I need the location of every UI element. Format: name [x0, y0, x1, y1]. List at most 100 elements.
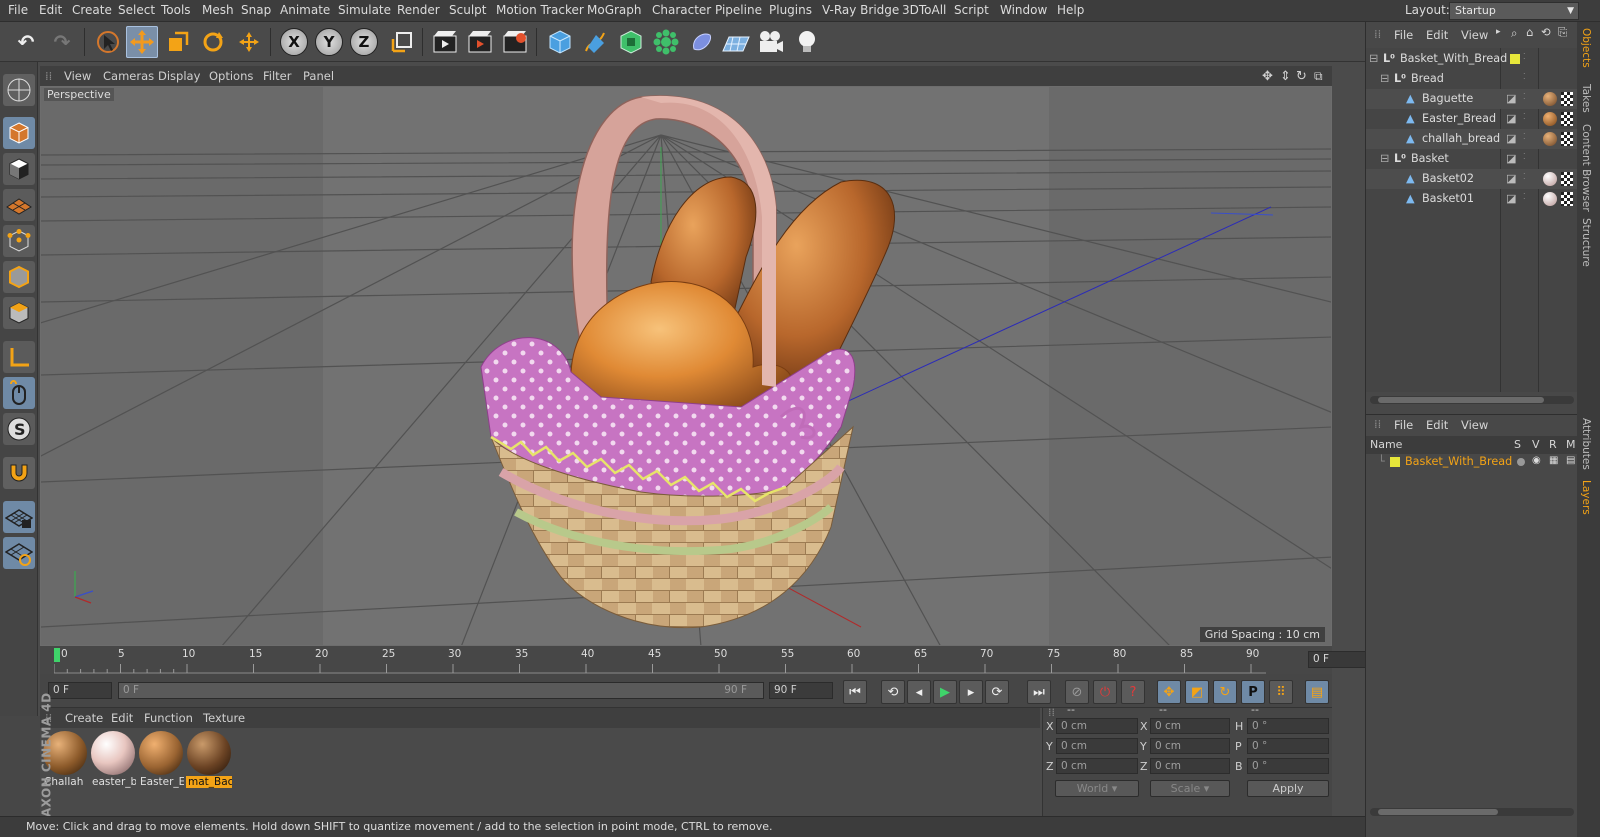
rotation-h-field[interactable]: 0 °	[1247, 718, 1329, 734]
viewport-menu-view[interactable]: View	[64, 69, 91, 83]
column-solo[interactable]: S	[1514, 438, 1521, 451]
undo-icon[interactable]: ↶	[10, 26, 42, 58]
dolly-view-icon[interactable]: ⇕	[1280, 69, 1291, 84]
object-row-bread[interactable]: ⊟ L⁰ Bread ⁚	[1366, 69, 1578, 89]
material-menu-texture[interactable]: Texture	[203, 711, 245, 725]
viewport-menu-options[interactable]: Options	[209, 69, 253, 83]
visibility-dots-icon[interactable]: ⁚	[1523, 172, 1526, 181]
current-frame-field[interactable]: 0 F	[1308, 651, 1370, 668]
tab-attributes[interactable]: Attributes	[1580, 418, 1592, 470]
column-visible[interactable]: V	[1532, 438, 1540, 451]
collapse-icon[interactable]: ⊟	[1369, 52, 1378, 65]
live-selection-icon[interactable]	[92, 26, 124, 58]
layers-horizontal-scrollbar[interactable]	[1370, 808, 1574, 816]
rotate-tool-icon[interactable]	[197, 26, 229, 58]
x-axis-lock-icon[interactable]: X	[280, 28, 308, 56]
menu-sculpt[interactable]: Sculpt	[449, 3, 486, 17]
column-name[interactable]: Name	[1370, 438, 1402, 451]
menu-window[interactable]: Window	[1000, 3, 1047, 17]
move-tool-icon[interactable]	[126, 26, 158, 58]
viewport-menu-display[interactable]: Display	[158, 69, 200, 83]
size-mode-dropdown[interactable]: Scale ▾	[1150, 780, 1230, 797]
texture-mode-icon[interactable]	[3, 153, 35, 185]
tab-content-browser[interactable]: Content Browser	[1580, 124, 1592, 212]
visibility-dots-icon[interactable]: ⁚	[1523, 192, 1526, 201]
end-frame-field[interactable]: 90 F	[769, 682, 833, 699]
search-icon[interactable]: ⌕	[1511, 26, 1517, 41]
cube-primitive-icon[interactable]	[544, 26, 576, 58]
scrollbar-thumb[interactable]	[1378, 397, 1544, 403]
material-swatch-mat-bac[interactable]: mat_Bac	[186, 730, 232, 788]
tab-takes[interactable]: Takes	[1580, 84, 1592, 113]
coordinate-space-dropdown[interactable]: World ▾	[1055, 780, 1139, 797]
visibility-dots-icon[interactable]: ⁚	[1523, 132, 1526, 141]
go-to-start-icon[interactable]: ⏮	[843, 680, 867, 704]
viewport-menu-panel[interactable]: Panel	[303, 69, 334, 83]
spline-pen-icon[interactable]	[579, 26, 611, 58]
object-row-challah-bread[interactable]: ▲ challah_bread ◪ ⁚	[1366, 129, 1578, 149]
edit-check-icon[interactable]: ◪	[1506, 92, 1517, 105]
collapse-icon[interactable]: ⊟	[1380, 152, 1389, 165]
object-row-basket02[interactable]: ▲ Basket02 ◪ ⁚	[1366, 169, 1578, 189]
pan-view-icon[interactable]: ✥	[1262, 69, 1273, 84]
points-mode-icon[interactable]	[3, 225, 35, 257]
render-toggle-icon[interactable]: ▦	[1549, 455, 1558, 466]
manager-toggle-icon[interactable]: ▤	[1566, 455, 1575, 466]
material-swatch-easter-b[interactable]: easter_b	[90, 730, 136, 788]
render-settings-icon[interactable]	[499, 26, 531, 58]
size-x-field[interactable]: 0 cm	[1150, 718, 1230, 734]
render-view-icon[interactable]	[429, 26, 461, 58]
preview-range-slider[interactable]: 0 F 90 F	[118, 682, 764, 699]
scrollbar-thumb[interactable]	[1378, 809, 1498, 815]
material-tag-icon[interactable]	[1543, 92, 1557, 106]
render-picture-viewer-icon[interactable]	[464, 26, 496, 58]
uvw-tag-icon[interactable]	[1561, 132, 1573, 146]
uvw-tag-icon[interactable]	[1561, 192, 1573, 206]
menu-render[interactable]: Render	[397, 3, 440, 17]
layers-menu-edit[interactable]: Edit	[1426, 418, 1448, 432]
axis-mode-icon[interactable]	[3, 341, 35, 373]
visibility-dots-icon[interactable]: ⁚	[1523, 112, 1526, 121]
autokeying-icon[interactable]: ⏻	[1093, 680, 1117, 704]
material-menu-function[interactable]: Function	[144, 711, 193, 725]
menu-simulate[interactable]: Simulate	[338, 3, 391, 17]
new-panel-icon[interactable]: ⎘	[1558, 25, 1567, 40]
menu-mesh[interactable]: Mesh	[202, 3, 234, 17]
edit-check-icon[interactable]: ◪	[1506, 172, 1517, 185]
record-position-icon[interactable]: ✥	[1157, 680, 1181, 704]
menu-snap[interactable]: Snap	[241, 3, 271, 17]
material-tag-icon[interactable]	[1543, 112, 1557, 126]
position-x-field[interactable]: 0 cm	[1056, 718, 1138, 734]
perspective-viewport[interactable]: Perspective Grid Spacing : 10 cm	[40, 86, 1332, 646]
back-icon[interactable]: ⟲	[1541, 25, 1551, 39]
camera-icon[interactable]	[755, 26, 787, 58]
layer-row-basket-with-bread[interactable]: └ Basket_With_Bread ◉ ▦ ▤	[1366, 452, 1578, 472]
material-menu-edit[interactable]: Edit	[111, 711, 133, 725]
polygons-mode-icon[interactable]	[3, 297, 35, 329]
menu-create[interactable]: Create	[72, 3, 112, 17]
objects-horizontal-scrollbar[interactable]	[1370, 396, 1574, 404]
menu-help[interactable]: Help	[1057, 3, 1084, 17]
layout-select[interactable]: Startup ▼	[1449, 2, 1579, 20]
model-mode-icon[interactable]	[3, 117, 35, 149]
viewport-menu-cameras[interactable]: Cameras	[103, 69, 154, 83]
position-z-field[interactable]: 0 cm	[1056, 758, 1138, 774]
snapping-icon[interactable]: S	[3, 413, 35, 445]
recent-tool-icon[interactable]	[233, 26, 265, 58]
edit-check-icon[interactable]: ◪	[1506, 192, 1517, 205]
uvw-tag-icon[interactable]	[1561, 112, 1573, 126]
menu-plugins[interactable]: Plugins	[769, 3, 812, 17]
locked-workplane-icon[interactable]	[3, 501, 35, 533]
menu-file[interactable]: File	[8, 3, 28, 17]
menu-mograph[interactable]: MoGraph	[587, 3, 642, 17]
maximize-view-icon[interactable]: ⧉	[1314, 69, 1323, 84]
solo-toggle-icon[interactable]	[1517, 458, 1525, 466]
edges-mode-icon[interactable]	[3, 261, 35, 293]
start-frame-field[interactable]: 0 F	[48, 682, 112, 699]
edit-check-icon[interactable]: ◪	[1506, 152, 1517, 165]
timeline-window-icon[interactable]: ▤	[1305, 680, 1329, 704]
object-row-baguette[interactable]: ▲ Baguette ◪ ⁚	[1366, 89, 1578, 109]
object-row-basket[interactable]: ⊟ L⁰ Basket ◪ ⁚	[1366, 149, 1578, 169]
object-row-easter-bread[interactable]: ▲ Easter_Bread ◪ ⁚	[1366, 109, 1578, 129]
edit-check-icon[interactable]: ◪	[1506, 132, 1517, 145]
